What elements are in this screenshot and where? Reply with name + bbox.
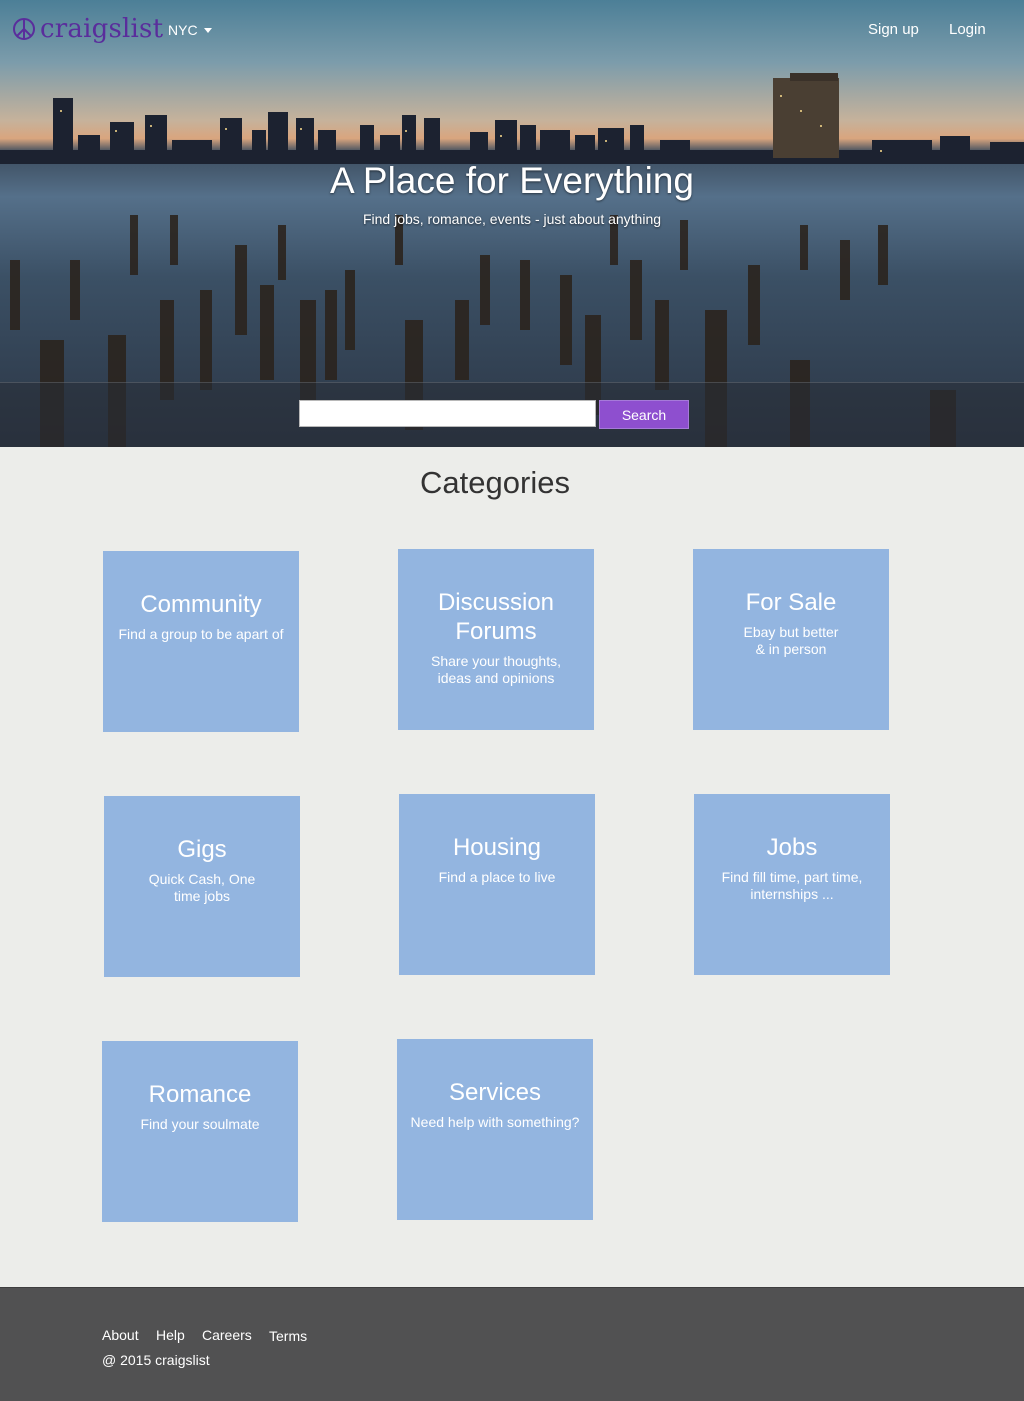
- category-title: Discussion Forums: [437, 589, 555, 645]
- footer-link-careers[interactable]: Careers: [202, 1327, 252, 1343]
- category-card-jobs[interactable]: Jobs Find fill time, part time, internsh…: [694, 794, 890, 975]
- category-title: Housing: [452, 834, 542, 861]
- category-card-housing[interactable]: Housing Find a place to live: [399, 794, 595, 975]
- craigslist-logo[interactable]: craigslist: [12, 14, 163, 44]
- chevron-down-icon: [203, 27, 212, 33]
- category-title: Services: [448, 1079, 542, 1106]
- city-selector[interactable]: NYC: [168, 22, 212, 38]
- city-label: NYC: [168, 22, 198, 38]
- copyright-text: @ 2015 craigslist: [102, 1352, 210, 1368]
- category-card-services[interactable]: Services Need help with something?: [397, 1039, 593, 1220]
- category-description: Ebay but better & in person: [743, 624, 839, 657]
- categories-heading: Categories: [420, 465, 570, 500]
- category-card-community[interactable]: Community Find a group to be apart of: [103, 551, 299, 732]
- hero-title: A Place for Everything: [329, 160, 695, 201]
- category-description: Find a group to be apart of: [118, 626, 284, 642]
- footer: About Help Careers Terms @ 2015 craigsli…: [0, 1287, 1024, 1401]
- hero-banner: craigslist NYC Sign up Login A Place for…: [0, 0, 1024, 447]
- category-title: For Sale: [745, 589, 837, 616]
- signup-link[interactable]: Sign up: [868, 21, 919, 38]
- category-description: Quick Cash, One time jobs: [148, 871, 256, 904]
- category-card-romance[interactable]: Romance Find your soulmate: [102, 1041, 298, 1222]
- category-card-discussion-forums[interactable]: Discussion Forums Share your thoughts, i…: [398, 549, 594, 730]
- category-title: Romance: [148, 1081, 252, 1108]
- hero-subtitle: Find jobs, romance, events - just about …: [362, 211, 662, 227]
- category-description: Find a place to live: [438, 869, 556, 885]
- category-card-for-sale[interactable]: For Sale Ebay but better & in person: [693, 549, 889, 730]
- category-description: Share your thoughts, ideas and opinions: [431, 653, 561, 686]
- category-title: Gigs: [177, 836, 227, 863]
- search-button[interactable]: Search: [599, 400, 689, 429]
- search-input[interactable]: [299, 400, 596, 427]
- category-title: Community: [140, 591, 262, 618]
- category-description: Need help with something?: [410, 1114, 580, 1130]
- category-description: Find your soulmate: [140, 1116, 260, 1132]
- footer-link-about[interactable]: About: [102, 1327, 139, 1343]
- footer-link-help[interactable]: Help: [156, 1327, 185, 1343]
- login-link[interactable]: Login: [949, 21, 986, 38]
- category-description: Find fill time, part time, internships .…: [721, 869, 863, 902]
- peace-sign-icon: [13, 18, 35, 40]
- category-card-gigs[interactable]: Gigs Quick Cash, One time jobs: [104, 796, 300, 977]
- category-title: Jobs: [766, 834, 818, 861]
- brand-name: craigslist: [40, 14, 164, 44]
- footer-link-terms[interactable]: Terms: [269, 1328, 307, 1344]
